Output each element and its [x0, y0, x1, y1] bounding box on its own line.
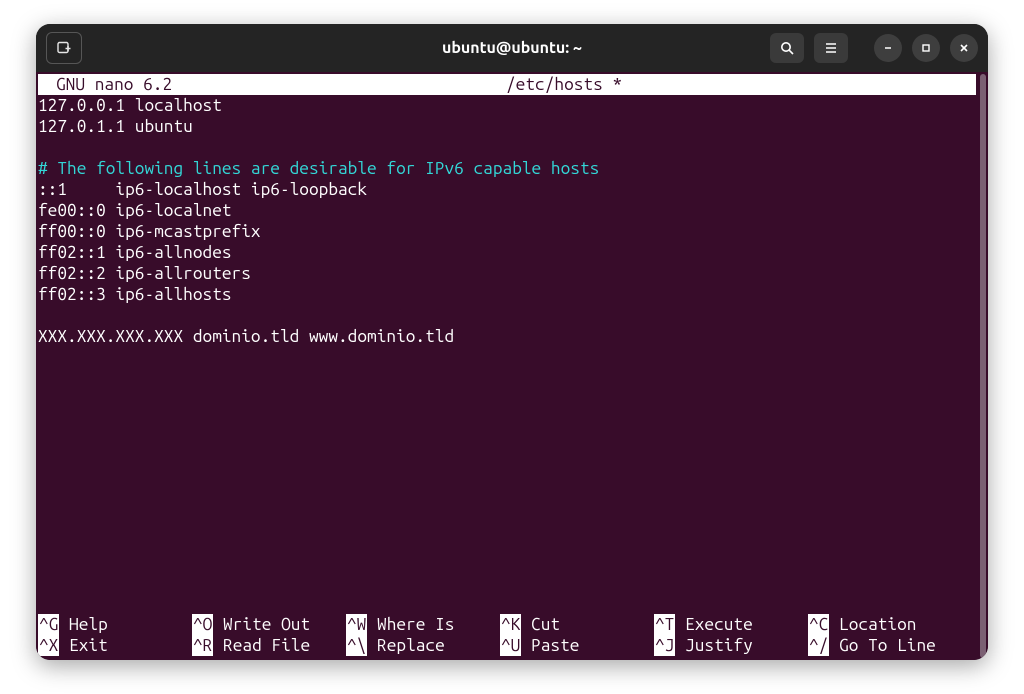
shortcut-item: ^/Go To Line: [808, 635, 962, 656]
editor-line: [38, 137, 986, 158]
editor-body[interactable]: 127.0.0.1 localhost127.0.1.1 ubuntu # Th…: [36, 95, 988, 614]
search-button[interactable]: [770, 33, 804, 63]
menu-button[interactable]: [814, 33, 848, 63]
terminal-window: ubuntu@ubuntu: ~: [36, 24, 988, 660]
shortcut-item: ^UPaste: [500, 635, 654, 656]
maximize-button[interactable]: [912, 34, 940, 62]
shortcut-label: Execute: [675, 614, 752, 635]
shortcut-item: ^OWrite Out: [192, 614, 346, 635]
editor-line: 127.0.0.1 localhost: [38, 95, 986, 116]
shortcut-item: ^KCut: [500, 614, 654, 635]
terminal-area[interactable]: GNU nano 6.2 /etc/hosts * 127.0.0.1 loca…: [36, 72, 988, 660]
shortcut-key: ^T: [654, 614, 675, 635]
minimize-button[interactable]: [874, 34, 902, 62]
editor-line: fe00::0 ip6-localnet: [38, 200, 986, 221]
shortcut-bar: ^GHelp^OWrite Out^WWhere Is^KCut^TExecut…: [36, 614, 988, 660]
shortcut-label: Read File: [213, 635, 310, 656]
shortcut-item: ^TExecute: [654, 614, 808, 635]
shortcut-label: Replace: [367, 635, 444, 656]
nano-app-version: GNU nano 6.2: [38, 74, 172, 95]
shortcut-label: Write Out: [213, 614, 310, 635]
shortcut-item: ^CLocation: [808, 614, 962, 635]
minimize-icon: [882, 42, 894, 54]
shortcut-key: ^/: [808, 635, 829, 656]
shortcut-item: ^XExit: [38, 635, 192, 656]
shortcut-label: Where Is: [367, 614, 454, 635]
editor-line: ff02::2 ip6-allrouters: [38, 263, 986, 284]
hamburger-icon: [823, 40, 839, 56]
titlebar: ubuntu@ubuntu: ~: [36, 24, 988, 72]
shortcut-key: ^K: [500, 614, 521, 635]
shortcut-label: Go To Line: [829, 635, 935, 656]
editor-line: ff02::3 ip6-allhosts: [38, 284, 986, 305]
shortcut-row-2: ^XExit^RRead File^\Replace^UPaste^JJusti…: [38, 635, 986, 656]
editor-line: 127.0.1.1 ubuntu: [38, 116, 986, 137]
shortcut-key: ^U: [500, 635, 521, 656]
shortcut-item: ^\Replace: [346, 635, 500, 656]
editor-line: XXX.XXX.XXX.XXX dominio.tld www.dominio.…: [38, 326, 986, 347]
nano-file-title: /etc/hosts *: [506, 74, 622, 95]
search-icon: [779, 40, 795, 56]
maximize-icon: [920, 42, 932, 54]
scrollbar[interactable]: [980, 74, 986, 658]
shortcut-key: ^W: [346, 614, 367, 635]
shortcut-label: Paste: [521, 635, 579, 656]
shortcut-label: Cut: [521, 614, 560, 635]
shortcut-key: ^X: [38, 635, 59, 656]
editor-line: ff02::1 ip6-allnodes: [38, 242, 986, 263]
shortcut-key: ^R: [192, 635, 213, 656]
shortcut-item: ^GHelp: [38, 614, 192, 635]
shortcut-label: Help: [59, 614, 107, 635]
shortcut-item: ^RRead File: [192, 635, 346, 656]
shortcut-label: Exit: [59, 635, 107, 656]
editor-line: [38, 305, 986, 326]
shortcut-item: ^JJustify: [654, 635, 808, 656]
new-tab-icon: [56, 40, 72, 56]
shortcut-key: ^J: [654, 635, 675, 656]
shortcut-key: ^G: [38, 614, 59, 635]
shortcut-label: Justify: [675, 635, 752, 656]
new-tab-button[interactable]: [46, 32, 82, 64]
editor-line: ::1 ip6-localhost ip6-loopback: [38, 179, 986, 200]
close-icon: [958, 42, 970, 54]
editor-line: ff00::0 ip6-mcastprefix: [38, 221, 986, 242]
nano-header: GNU nano 6.2 /etc/hosts *: [38, 74, 976, 95]
shortcut-item: ^WWhere Is: [346, 614, 500, 635]
shortcut-row-1: ^GHelp^OWrite Out^WWhere Is^KCut^TExecut…: [38, 614, 986, 635]
shortcut-label: Location: [829, 614, 916, 635]
shortcut-key: ^O: [192, 614, 213, 635]
close-button[interactable]: [950, 34, 978, 62]
editor-line: # The following lines are desirable for …: [38, 158, 986, 179]
shortcut-key: ^\: [346, 635, 367, 656]
shortcut-key: ^C: [808, 614, 829, 635]
